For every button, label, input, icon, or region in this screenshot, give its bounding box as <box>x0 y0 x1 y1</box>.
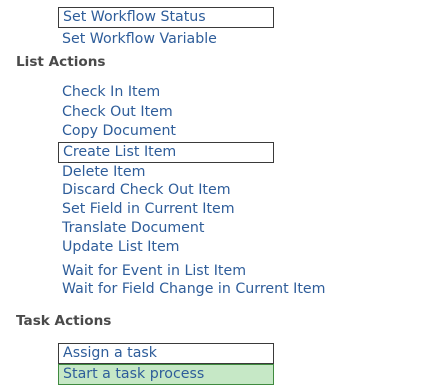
action-delete-item[interactable]: Delete Item <box>62 164 145 181</box>
action-set-workflow-status[interactable]: Set Workflow Status <box>58 7 274 28</box>
action-create-list-item[interactable]: Create List Item <box>58 142 274 163</box>
action-assign-a-task[interactable]: Assign a task <box>58 343 274 364</box>
action-update-list-item[interactable]: Update List Item <box>62 239 180 256</box>
action-check-in-item[interactable]: Check In Item <box>62 84 160 101</box>
section-header-task-actions: Task Actions <box>16 313 112 329</box>
section-header-list-actions: List Actions <box>16 54 106 70</box>
action-wait-for-event-in-list-item[interactable]: Wait for Event in List Item <box>62 263 246 280</box>
action-discard-check-out-item[interactable]: Discard Check Out Item <box>62 182 231 199</box>
action-start-a-task-process[interactable]: Start a task process <box>58 364 274 385</box>
workflow-actions-menu: Set Workflow Status Set Workflow Variabl… <box>0 0 445 389</box>
action-copy-document[interactable]: Copy Document <box>62 123 176 140</box>
action-check-out-item[interactable]: Check Out Item <box>62 104 173 121</box>
action-wait-for-field-change-in-current-item[interactable]: Wait for Field Change in Current Item <box>62 281 325 298</box>
action-translate-document[interactable]: Translate Document <box>62 220 204 237</box>
action-set-workflow-variable[interactable]: Set Workflow Variable <box>62 31 217 48</box>
action-set-field-in-current-item[interactable]: Set Field in Current Item <box>62 201 235 218</box>
